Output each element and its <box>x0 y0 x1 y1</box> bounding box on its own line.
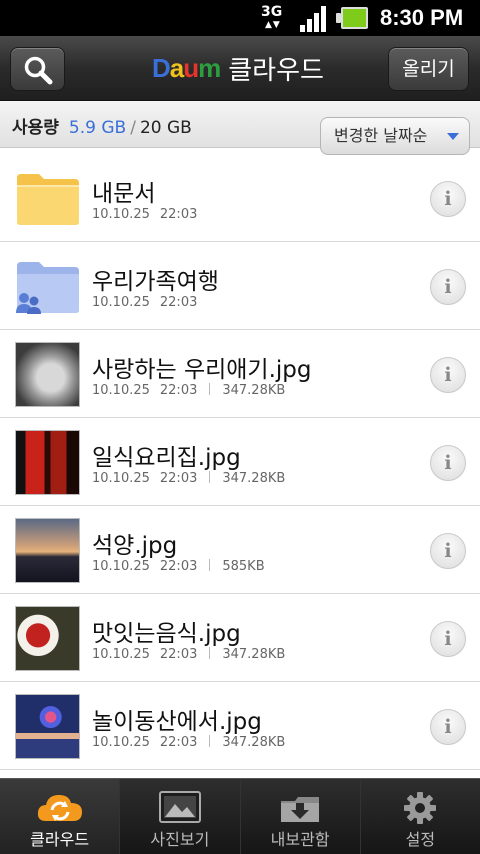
gear-icon <box>404 792 437 824</box>
file-size: 347.28KB <box>222 383 286 398</box>
info-button[interactable]: i <box>430 709 466 745</box>
file-meta: 10.10.25 22:03 347.28KB <box>92 647 285 662</box>
file-size: 585KB <box>222 559 265 574</box>
file-date: 10.10.25 <box>92 383 150 398</box>
usage-total: 20 GB <box>139 118 192 138</box>
status-bar: 3G ▲▼ 8:30 PM <box>0 0 480 36</box>
file-meta: 10.10.25 22:03 347.28KB <box>92 471 285 486</box>
daum-logo: Daum <box>152 52 221 83</box>
status-time: 8:30 PM <box>380 5 464 30</box>
file-time: 22:03 <box>159 647 198 662</box>
search-button[interactable] <box>10 47 65 91</box>
tab-my-storage[interactable]: 내보관함 <box>240 779 361 854</box>
info-button[interactable]: i <box>430 533 466 569</box>
tab-settings[interactable]: 설정 <box>360 779 480 854</box>
chevron-down-icon <box>447 133 459 140</box>
file-date: 10.10.25 <box>92 559 150 574</box>
file-date: 10.10.25 <box>92 471 150 486</box>
storage-usage-bar: 사용량 5.9 GB/20 GB 변경한 날짜순 <box>0 101 480 155</box>
list-item[interactable]: 석양.jpg 10.10.25 22:03 585KB i <box>0 506 480 594</box>
info-button[interactable]: i <box>430 269 466 305</box>
photo-thumbnail <box>15 606 80 671</box>
tab-label: 내보관함 <box>270 830 330 849</box>
sort-label: 변경한 날짜순 <box>334 126 428 145</box>
list-item[interactable]: 사랑하는 우리애기.jpg 10.10.25 22:03 347.28KB i <box>0 330 480 418</box>
tab-cloud[interactable]: 클라우드 <box>0 779 121 854</box>
app-header: Daum 클라우드 올리기 <box>0 36 480 101</box>
list-item[interactable]: 맛잇는음식.jpg 10.10.25 22:03 347.28KB i <box>0 594 480 682</box>
file-meta: 10.10.25 22:03 <box>92 295 197 310</box>
list-item[interactable]: 내문서 10.10.25 22:03 i <box>0 154 480 242</box>
tab-photos[interactable]: 사진보기 <box>120 779 241 854</box>
file-name: 석양.jpg <box>92 533 178 559</box>
file-date: 10.10.25 <box>92 735 150 750</box>
list-item[interactable]: 일식요리집.jpg 10.10.25 22:03 347.28KB i <box>0 418 480 506</box>
photo-icon <box>158 791 201 823</box>
photo-thumbnail <box>15 430 80 495</box>
file-name: 내문서 <box>92 181 156 207</box>
file-list: 내문서 10.10.25 22:03 i 우리가족여행 10.10.25 22:03… <box>0 154 480 770</box>
file-name: 사랑하는 우리애기.jpg <box>92 357 312 383</box>
list-item[interactable]: 우리가족여행 10.10.25 22:03 i <box>0 242 480 330</box>
info-button[interactable]: i <box>430 445 466 481</box>
file-date: 10.10.25 <box>92 647 150 662</box>
network-3g-icon: 3G ▲▼ <box>259 3 291 33</box>
file-time: 22:03 <box>159 471 198 486</box>
file-meta: 10.10.25 22:03 585KB <box>92 559 265 574</box>
file-meta: 10.10.25 22:03 347.28KB <box>92 735 285 750</box>
file-size: 347.28KB <box>222 735 286 750</box>
usage-label: 사용량 <box>12 118 59 138</box>
battery-icon <box>336 7 368 29</box>
file-time: 22:03 <box>159 559 198 574</box>
info-button[interactable]: i <box>430 357 466 393</box>
file-name: 맛잇는음식.jpg <box>92 621 241 647</box>
brand: Daum 클라우드 <box>152 50 324 86</box>
file-name: 우리가족여행 <box>92 269 219 295</box>
file-time: 22:03 <box>159 295 198 310</box>
photo-thumbnail <box>15 342 80 407</box>
file-name: 놀이동산에서.jpg <box>92 709 262 735</box>
info-button[interactable]: i <box>430 621 466 657</box>
file-meta: 10.10.25 22:03 <box>92 207 197 222</box>
tab-label: 설정 <box>405 830 436 849</box>
tab-label: 사진보기 <box>150 830 210 849</box>
search-icon <box>24 56 53 85</box>
file-meta: 10.10.25 22:03 347.28KB <box>92 383 285 398</box>
tab-label: 클라우드 <box>30 830 90 849</box>
file-date: 10.10.25 <box>92 295 150 310</box>
download-box-icon <box>281 797 320 822</box>
list-item[interactable]: 놀이동산에서.jpg 10.10.25 22:03 347.28KB i <box>0 682 480 770</box>
usage-separator: / <box>130 118 136 138</box>
photo-thumbnail <box>15 518 80 583</box>
file-time: 22:03 <box>159 207 198 222</box>
file-name: 일식요리집.jpg <box>92 445 241 471</box>
app-title: 클라우드 <box>228 55 324 86</box>
file-size: 347.28KB <box>222 471 286 486</box>
cloud-sync-icon <box>37 795 82 821</box>
usage-used: 5.9 GB <box>68 118 127 138</box>
info-button[interactable]: i <box>430 181 466 217</box>
storage-usage: 사용량 5.9 GB/20 GB <box>12 113 192 138</box>
shared-folder-icon <box>16 262 79 314</box>
folder-icon <box>17 174 79 225</box>
sort-dropdown[interactable]: 변경한 날짜순 <box>320 117 470 155</box>
file-time: 22:03 <box>159 735 198 750</box>
file-time: 22:03 <box>159 383 198 398</box>
file-size: 347.28KB <box>222 647 286 662</box>
network-label: 3G <box>261 4 283 20</box>
photo-thumbnail <box>15 694 80 759</box>
signal-strength-icon <box>298 4 330 32</box>
file-date: 10.10.25 <box>92 207 150 222</box>
bottom-tab-bar: 클라우드 사진보기 내보관함 설정 <box>0 778 480 854</box>
upload-button[interactable]: 올리기 <box>388 47 469 91</box>
